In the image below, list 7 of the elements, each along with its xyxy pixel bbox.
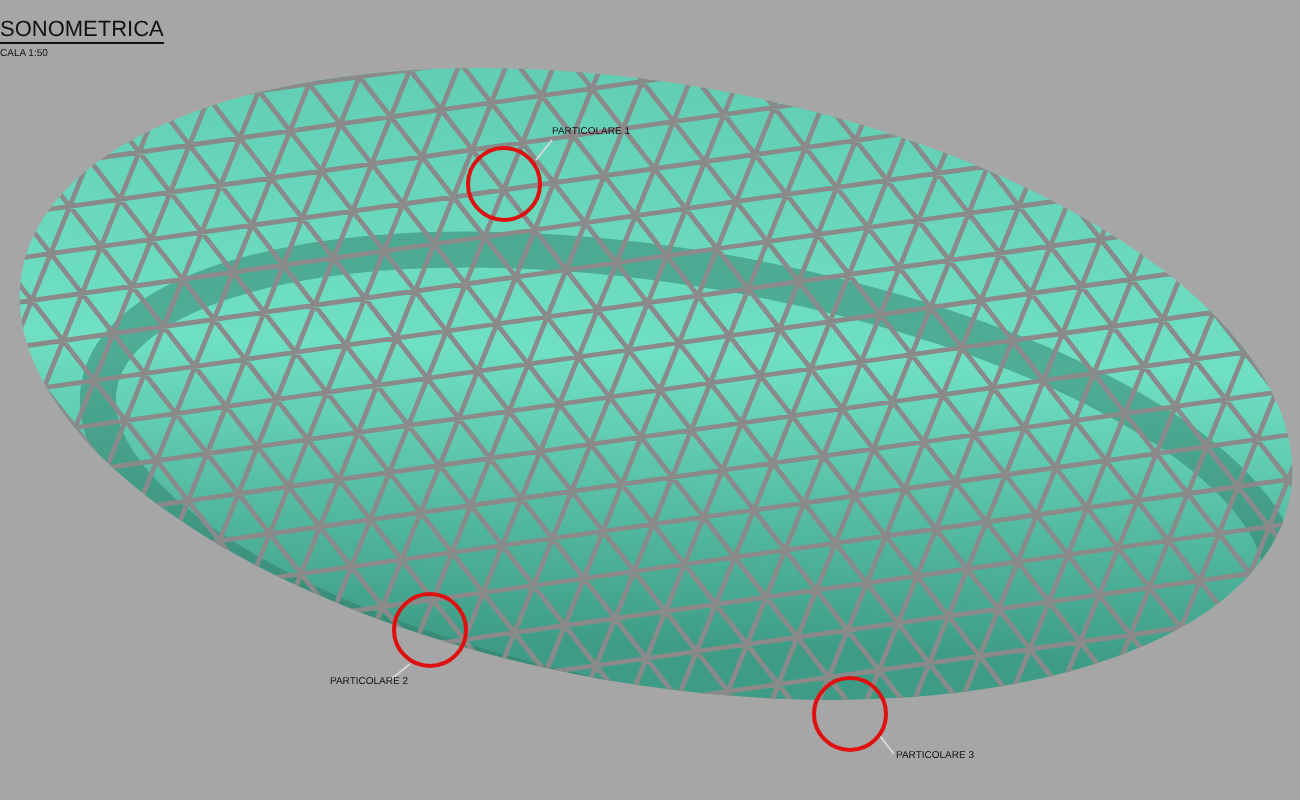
leader-line <box>879 735 895 755</box>
detail-marker-circle <box>466 146 542 222</box>
detail-marker-circle <box>812 676 888 752</box>
leader-line <box>535 139 553 161</box>
leader-line <box>389 663 411 681</box>
drawing-title: SONOMETRICA <box>0 18 164 44</box>
detail-marker-circle <box>392 592 468 668</box>
